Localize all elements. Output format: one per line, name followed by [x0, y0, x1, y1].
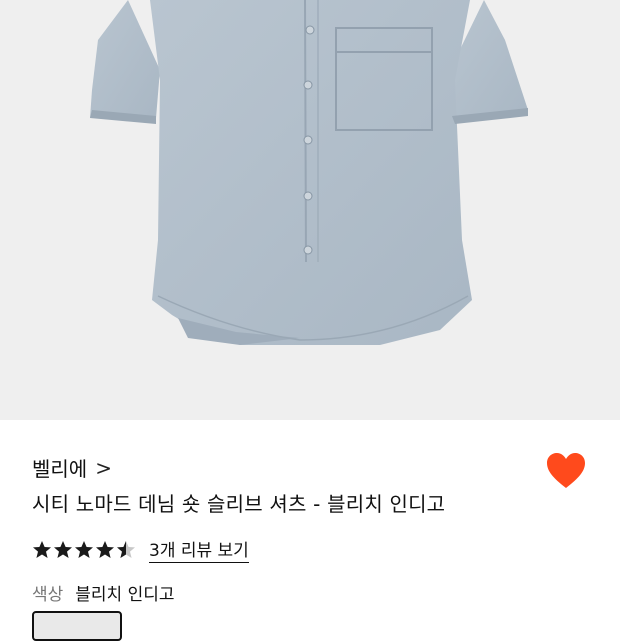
view-reviews-link[interactable]: 3개 리뷰 보기	[149, 536, 249, 563]
star-icon	[96, 540, 114, 558]
product-title: 시티 노마드 데님 숏 슬리브 셔츠 - 블리치 인디고	[32, 492, 446, 516]
half-star-icon	[117, 540, 135, 558]
star-icon	[33, 540, 51, 558]
color-value: 블리치 인디고	[75, 585, 175, 605]
product-info: 벨리에 > 시티 노마드 데님 숏 슬리브 셔츠 - 블리치 인디고 3개 리뷰…	[0, 420, 620, 641]
brand-name: 벨리에	[32, 457, 88, 481]
color-swatch-selected[interactable]	[32, 611, 122, 641]
rating-stars	[32, 540, 137, 560]
color-label: 색상	[32, 585, 64, 605]
heart-icon[interactable]	[545, 451, 587, 491]
star-icon	[54, 540, 72, 558]
brand-link[interactable]: 벨리에 >	[32, 453, 112, 482]
color-option-row: 색상 블리치 인디고	[32, 580, 175, 605]
product-image[interactable]	[0, 0, 620, 420]
shirt-illustration	[0, 0, 620, 420]
star-icon	[75, 540, 93, 558]
rating-row: 3개 리뷰 보기	[32, 536, 249, 563]
chevron-right-icon: >	[95, 455, 112, 480]
